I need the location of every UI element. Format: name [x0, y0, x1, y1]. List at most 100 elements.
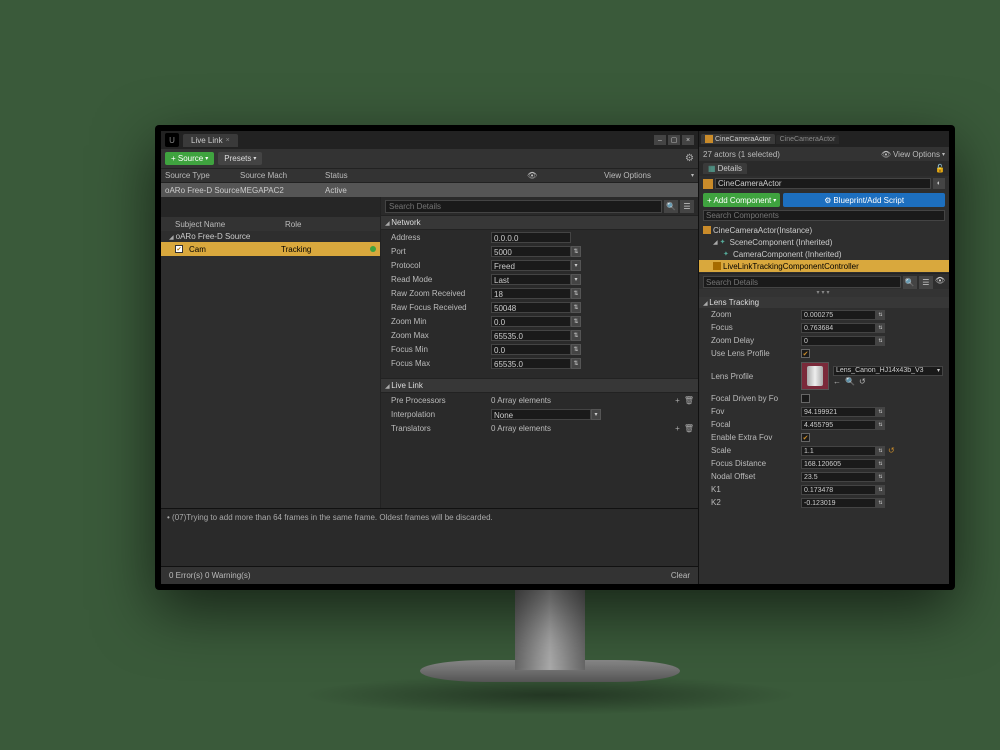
browse-icon[interactable]: ◐: [933, 178, 945, 189]
chevron-down-icon: ▾: [253, 155, 256, 162]
livelink-panel: U Live Link× – ▢ × + Source▾ Presets▾ ⚙ …: [161, 131, 699, 584]
splitter-grip[interactable]: ▾▾▾: [699, 289, 949, 297]
spinner-icon[interactable]: ⇅: [571, 246, 581, 257]
spinner-icon[interactable]: ⇅: [571, 316, 581, 327]
section-lenstracking[interactable]: Lens Tracking: [699, 297, 949, 308]
filter-icon[interactable]: ☰: [680, 200, 694, 213]
search-details-input[interactable]: [703, 276, 901, 288]
tab-livelink[interactable]: Live Link×: [183, 134, 238, 147]
presets-button[interactable]: Presets▾: [218, 152, 262, 165]
close-tab-icon[interactable]: ×: [226, 137, 230, 144]
checkbox[interactable]: ✔: [801, 433, 810, 442]
subject-name: Cam: [189, 245, 281, 254]
subject-item-cam[interactable]: ✔ Cam Tracking: [161, 242, 380, 256]
actor-name-input[interactable]: [715, 178, 931, 189]
use-asset-icon[interactable]: ←: [833, 377, 841, 386]
checkbox[interactable]: ✔: [801, 349, 810, 358]
search-details-input[interactable]: [385, 200, 662, 213]
col-status[interactable]: Status: [325, 171, 348, 180]
spinner-icon[interactable]: ⇅: [876, 498, 885, 508]
spinner-icon[interactable]: ⇅: [876, 459, 885, 469]
tab-details[interactable]: ▦Details: [703, 163, 747, 174]
search-components-input[interactable]: [703, 210, 945, 221]
close-button[interactable]: ×: [682, 135, 694, 145]
lens-profile-dropdown[interactable]: Lens_Canon_HJ14x43b_V3▾: [833, 366, 943, 376]
source-details-pane: 🔍 ☰ Network Address0.0.0.0 Port5000⇅ Pro…: [381, 197, 698, 508]
add-component-button[interactable]: + Add Component▾: [703, 193, 780, 207]
actors-count: 27 actors (1 selected): [703, 150, 780, 159]
lens-thumbnail[interactable]: [801, 362, 829, 390]
section-livelink[interactable]: Live Link: [381, 378, 698, 393]
chevron-down-icon[interactable]: ▾: [571, 274, 581, 285]
trash-icon[interactable]: 🗑: [684, 424, 694, 433]
clear-button[interactable]: Clear: [671, 571, 690, 580]
prop-zoommin: Zoom Min0.0⇅: [381, 314, 698, 328]
trash-icon[interactable]: 🗑: [684, 396, 694, 405]
source-row[interactable]: oARo Free-D Source MEGAPAC2 Active: [161, 183, 698, 197]
subject-checkbox[interactable]: ✔: [175, 245, 183, 253]
subject-group[interactable]: oARo Free-D Source: [161, 231, 380, 242]
add-icon[interactable]: +: [675, 424, 680, 433]
reset-icon[interactable]: ↺: [859, 377, 866, 386]
checkbox[interactable]: [801, 394, 810, 403]
tree-livelink-controller[interactable]: LiveLinkTrackingComponentController: [699, 260, 949, 272]
blueprint-button[interactable]: ⚙Blueprint/Add Script: [783, 193, 945, 207]
minimize-button[interactable]: –: [654, 135, 666, 145]
prop-nodaloffset: Nodal Offset23.5⇅: [699, 470, 949, 483]
prop-zoommax: Zoom Max65535.0⇅: [381, 328, 698, 342]
view-options-button[interactable]: 👁View Options▾: [881, 150, 945, 159]
col-role[interactable]: Role: [285, 220, 301, 229]
prop-readmode: Read ModeLast▾: [381, 272, 698, 286]
spinner-icon[interactable]: ⇅: [876, 420, 885, 430]
reset-icon[interactable]: ↺: [888, 446, 895, 455]
add-source-button[interactable]: + Source▾: [165, 152, 214, 165]
component-tree: CineCameraActor(Instance) ◢✦SceneCompone…: [699, 223, 949, 273]
settings-icon[interactable]: ⚙: [685, 153, 694, 164]
prop-protocol: ProtocolFreed▾: [381, 258, 698, 272]
spinner-icon[interactable]: ⇅: [876, 310, 885, 320]
maximize-button[interactable]: ▢: [668, 135, 680, 145]
lock-icon[interactable]: 🔓: [935, 164, 945, 173]
add-icon[interactable]: +: [675, 396, 680, 405]
tab-cinecamera-inactive[interactable]: CineCameraActor: [776, 135, 840, 144]
prop-rawfocus: Raw Focus Received50048⇅: [381, 300, 698, 314]
search-icon[interactable]: 🔍: [664, 200, 678, 213]
window-titlebar: U Live Link× – ▢ ×: [161, 131, 698, 149]
actor-cube-icon: [703, 179, 713, 189]
status-dot-icon: [370, 246, 376, 252]
spinner-icon[interactable]: ⇅: [571, 330, 581, 341]
camera-icon: ✦: [723, 250, 731, 258]
tree-root[interactable]: CineCameraActor(Instance): [699, 224, 949, 236]
chevron-down-icon[interactable]: ▾: [571, 260, 581, 271]
spinner-icon[interactable]: ⇅: [876, 323, 885, 333]
unreal-logo-icon: U: [165, 133, 179, 147]
section-network[interactable]: Network: [381, 215, 698, 230]
spinner-icon[interactable]: ⇅: [876, 472, 885, 482]
spinner-icon[interactable]: ⇅: [571, 302, 581, 313]
spinner-icon[interactable]: ⇅: [571, 288, 581, 299]
tree-cameracomponent[interactable]: ✦CameraComponent (Inherited): [699, 248, 949, 260]
col-source-type[interactable]: Source Type: [165, 171, 240, 180]
actor-cube-icon: [705, 135, 713, 143]
spinner-icon[interactable]: ⇅: [876, 446, 885, 456]
view-options-button[interactable]: 👁View Options▾: [527, 171, 694, 180]
search-icon[interactable]: 🔍: [903, 276, 917, 289]
spinner-icon[interactable]: ⇅: [876, 336, 885, 346]
eye-icon[interactable]: 👁: [935, 276, 945, 287]
status-text: 0 Error(s) 0 Warning(s): [169, 571, 251, 580]
actors-row: 27 actors (1 selected) 👁View Options▾: [699, 147, 949, 161]
browse-asset-icon[interactable]: 🔍: [845, 377, 855, 386]
col-source-machine[interactable]: Source Mach: [240, 171, 325, 180]
chevron-down-icon: ▾: [691, 172, 694, 179]
details-icon: ▦: [708, 164, 716, 173]
tree-scenecomponent[interactable]: ◢✦SceneComponent (Inherited): [699, 236, 949, 248]
spinner-icon[interactable]: ⇅: [876, 485, 885, 495]
spinner-icon[interactable]: ⇅: [571, 344, 581, 355]
sources-header: Source Type Source Mach Status 👁View Opt…: [161, 169, 698, 183]
spinner-icon[interactable]: ⇅: [571, 358, 581, 369]
filter-icon[interactable]: ☰: [919, 276, 933, 289]
col-subject-name[interactable]: Subject Name: [175, 220, 285, 229]
spinner-icon[interactable]: ⇅: [876, 407, 885, 417]
tab-cinecamera-active[interactable]: CineCameraActor: [701, 134, 775, 144]
chevron-down-icon[interactable]: ▾: [591, 409, 601, 420]
